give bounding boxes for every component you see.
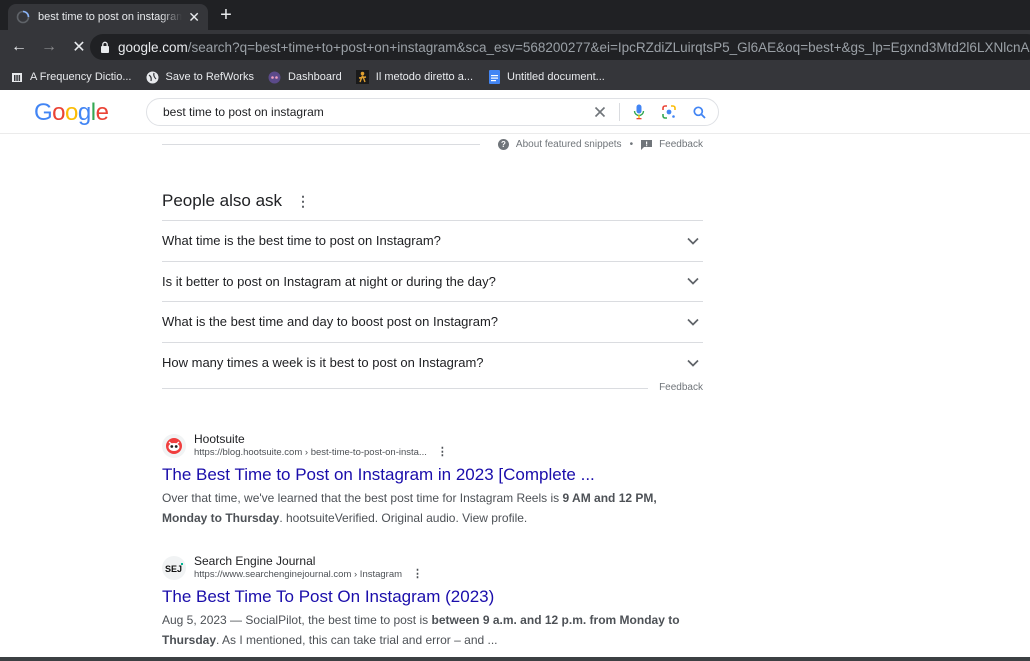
paa-question-text: Is it better to post on Instagram at nig… [162,273,496,289]
divider [162,144,480,145]
bookmark-metodo-diretto[interactable]: Il metodo diretto a... [356,70,473,84]
result-site-name: Hootsuite [194,432,245,446]
back-arrow-icon[interactable]: ← [8,38,30,56]
stop-loading-icon[interactable]: ✕ [68,37,90,57]
separator-dot: • [629,139,634,150]
google-logo[interactable]: Google [34,99,109,127]
more-options-icon[interactable]: ⋮ [437,446,448,459]
globe-icon [146,70,160,84]
bookmark-frequency-dictionary[interactable]: A Frequency Dictio... [10,70,132,84]
bookmark-label: Untitled document... [507,71,605,83]
svg-text:SEJ: SEJ [165,564,182,574]
paa-question-text: How many times a week is it best to post… [162,355,484,371]
feedback-link[interactable]: Feedback [659,139,703,150]
bookmark-untitled-document[interactable]: Untitled document... [487,70,605,84]
google-docs-icon [487,70,501,84]
loading-spinner-icon [16,10,30,24]
logo-letter: G [34,99,53,126]
about-featured-snippets-link[interactable]: About featured snippets [516,139,622,150]
result-title-link[interactable]: The Best Time To Post On Instagram (2023… [162,586,703,608]
snippet-text: . hootsuiteVerified. Original audio. Vie… [279,511,528,525]
microphone-icon[interactable] [628,101,650,123]
url-host: google.com [118,39,188,55]
divider [162,388,648,389]
more-options-icon[interactable]: ⋮ [412,568,423,581]
result-header[interactable]: Hootsuite https://blog.hootsuite.com › b… [162,432,703,459]
paa-question[interactable]: Is it better to post on Instagram at nig… [162,262,703,302]
people-also-ask-heading: People also ask ⋮ [162,191,310,211]
address-bar[interactable]: google.com/search?q=best+time+to+post+on… [90,34,1030,60]
bookmark-label: Dashboard [287,71,342,83]
feedback-icon [641,139,653,150]
paa-question[interactable]: How many times a week is it best to post… [162,343,703,384]
bookmarks-bar: A Frequency Dictio... Save to RefWorks D… [0,64,1030,90]
featured-snippet-meta: ? About featured snippets • Feedback [497,139,703,150]
dashboard-icon [268,70,282,84]
result-snippet: Aug 5, 2023 — SocialPilot, the best time… [162,610,703,650]
chevron-down-icon [687,237,699,245]
chevron-down-icon [687,318,699,326]
search-result: Hootsuite https://blog.hootsuite.com › b… [162,432,703,528]
search-icon[interactable] [688,101,710,123]
snippet-text: Over that time, we've learned that the b… [162,491,563,505]
bookmark-label: Save to RefWorks [165,71,254,83]
search-box[interactable]: best time to post on instagram [146,98,719,126]
hootsuite-owl-icon [162,433,186,458]
result-header[interactable]: SEJ Search Engine Journal https://www.se… [162,554,703,581]
bookmark-refworks[interactable]: Save to RefWorks [146,70,254,84]
search-divider [619,103,620,121]
bookmark-label: Il metodo diretto a... [375,71,473,83]
result-url: https://www.searchenginejournal.com › In… [194,569,403,580]
browser-tab-bar: best time to post on instagram - Google … [0,0,1030,30]
bookmark-label: A Frequency Dictio... [30,71,132,83]
forward-arrow-icon[interactable]: → [38,38,60,56]
search-result: SEJ Search Engine Journal https://www.se… [162,554,703,650]
people-also-ask-list: What time is the best time to post on In… [162,220,703,383]
new-tab-icon[interactable]: + [216,5,236,25]
chevron-down-icon [687,277,699,285]
lock-icon [100,41,110,53]
snippet-text: . As I mentioned, this can take trial an… [216,633,498,647]
paa-question[interactable]: What time is the best time to post on In… [162,221,703,262]
browser-toolbar: ← → ✕ google.com/search?q=best+time+to+p… [0,30,1030,64]
paa-feedback-link[interactable]: Feedback [659,382,703,393]
question-icon: ? [497,139,509,150]
result-site-name: Search Engine Journal [194,554,316,568]
paa-question-text: What time is the best time to post on In… [162,233,441,249]
sej-logo-icon: SEJ [162,555,186,580]
paa-title-text: People also ask [162,191,283,210]
result-snippet: Over that time, we've learned that the b… [162,488,703,528]
lens-camera-icon[interactable] [658,101,680,123]
paa-question-text: What is the best time and day to boost p… [162,314,499,330]
figure-icon [356,70,370,84]
logo-letter: g [77,99,91,126]
window-bottom-edge [0,657,1030,661]
paa-question[interactable]: What is the best time and day to boost p… [162,302,703,343]
tab-close-icon[interactable]: ✕ [188,10,200,24]
browser-tab[interactable]: best time to post on instagram - Google … [8,4,208,30]
logo-letter: o [52,99,66,126]
logo-letter: o [65,99,78,126]
search-input[interactable]: best time to post on instagram [163,105,589,119]
bookmark-dashboard[interactable]: Dashboard [268,70,342,84]
url-path: /search?q=best+time+to+post+on+instagram… [187,39,1030,55]
result-title-link[interactable]: The Best Time to Post on Instagram in 20… [162,464,703,486]
building-icon [10,70,24,84]
snippet-text: Aug 5, 2023 — SocialPilot, the best time… [162,613,432,627]
chevron-down-icon [687,359,699,367]
result-url: https://blog.hootsuite.com › best-time-t… [194,447,427,458]
logo-letter: e [95,99,109,126]
google-header: Google best time to post on instagram [0,90,1030,134]
more-options-icon[interactable]: ⋮ [296,193,310,210]
tab-title: best time to post on instagram - Google … [38,11,183,23]
clear-icon[interactable] [589,101,611,123]
